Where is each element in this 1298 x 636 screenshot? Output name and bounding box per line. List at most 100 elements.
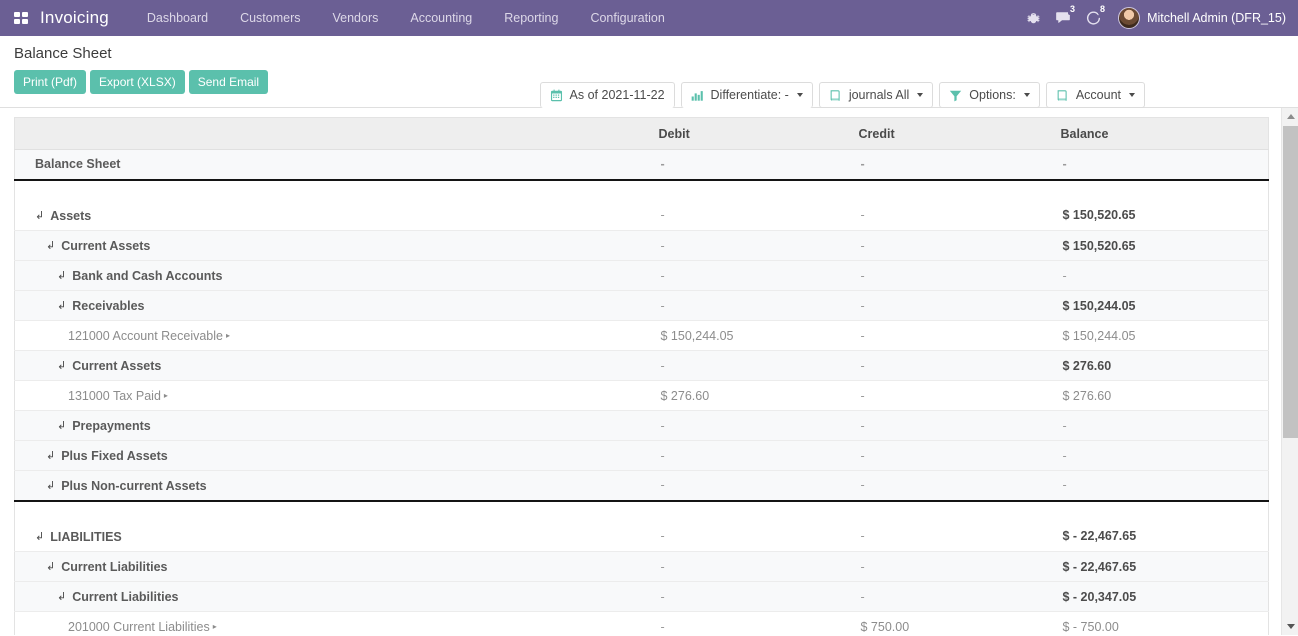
row-debit-cell: - <box>659 351 859 381</box>
unfold-arrow-icon[interactable]: ↳ <box>46 241 55 252</box>
table-row[interactable]: ↳Plus Fixed Assets--- <box>15 441 1269 471</box>
scrollbar-thumb[interactable] <box>1283 126 1298 438</box>
date-filter[interactable]: As of 2021-11-22 <box>540 82 675 108</box>
row-label-cell[interactable]: ↳Current Liabilities <box>15 552 659 582</box>
expand-triangle-icon[interactable]: ▸ <box>164 391 168 400</box>
row-balance-cell: $ 150,520.65 <box>1061 201 1269 231</box>
row-label-cell[interactable]: ↳Current Assets <box>15 231 659 261</box>
options-filter-label: Options: <box>969 88 1016 102</box>
scroll-down-arrow-icon[interactable] <box>1282 618 1298 635</box>
row-debit-cell-value: - <box>661 419 665 433</box>
table-row-account[interactable]: 121000 Account Receivable▸$ 150,244.05-$… <box>15 321 1269 351</box>
table-row[interactable]: ↳Current Liabilities--$ - 20,347.05 <box>15 582 1269 612</box>
table-row[interactable]: ↳Assets--$ 150,520.65 <box>15 201 1269 231</box>
unfold-arrow-icon[interactable]: ↳ <box>57 421 66 432</box>
row-debit-cell-value: - <box>661 157 665 171</box>
account-filter-label: Account <box>1076 88 1121 102</box>
row-balance-cell: $ 150,244.05 <box>1061 321 1269 351</box>
row-label: Current Liabilities <box>72 590 178 604</box>
unfold-arrow-icon[interactable]: ↳ <box>35 211 44 222</box>
row-label-cell[interactable]: ↳ Current Liabilities <box>15 582 659 612</box>
account-filter[interactable]: Account <box>1046 82 1145 108</box>
table-row[interactable]: ↳Receivables--$ 150,244.05 <box>15 291 1269 321</box>
report-filters: As of 2021-11-22 Differentiate: - journa… <box>540 82 1145 108</box>
menu-item-vendors[interactable]: Vendors <box>317 0 395 36</box>
row-label-cell[interactable]: ↳ Bank and Cash Accounts <box>15 261 659 291</box>
table-row[interactable]: ↳Plus Non-current Assets--- <box>15 471 1269 501</box>
row-label-wrap: ↳Assets <box>35 209 91 223</box>
menu-item-accounting[interactable]: Accounting <box>394 0 488 36</box>
row-label-cell[interactable]: ↳Current Assets <box>15 351 659 381</box>
journals-filter[interactable]: journals All <box>819 82 933 108</box>
row-credit-cell-value: - <box>861 449 865 463</box>
comparison-filter[interactable]: Differentiate: - <box>681 82 813 108</box>
row-label-cell[interactable]: ↳LIABILITIES <box>15 522 659 552</box>
row-label: Bank and Cash Accounts <box>72 269 222 283</box>
scroll-up-arrow-icon[interactable] <box>1282 108 1298 125</box>
activity-clock-icon[interactable]: 8 <box>1078 0 1108 36</box>
row-credit-cell-value: - <box>861 478 865 492</box>
table-row-account[interactable]: 131000 Tax Paid▸$ 276.60-$ 276.60 <box>15 381 1269 411</box>
control-panel: Balance Sheet Print (Pdf) Export (XLSX) … <box>0 36 1298 108</box>
table-row[interactable]: ↳Current Liabilities--$ - 22,467.65 <box>15 552 1269 582</box>
row-label-wrap: ↳LIABILITIES <box>35 530 122 544</box>
print-pdf-button[interactable]: Print (Pdf) <box>14 70 86 94</box>
table-row[interactable]: ↳LIABILITIES--$ - 22,467.65 <box>15 522 1269 552</box>
row-label-cell[interactable]: ↳Plus Fixed Assets <box>15 441 659 471</box>
row-debit-cell: - <box>659 201 859 231</box>
table-head: Debit Credit Balance <box>15 118 1269 150</box>
expand-triangle-icon[interactable]: ▸ <box>213 622 217 631</box>
send-email-button[interactable]: Send Email <box>189 70 268 94</box>
unfold-arrow-icon[interactable]: ↳ <box>57 271 66 282</box>
user-menu[interactable]: Mitchell Admin (DFR_15) <box>1108 0 1288 36</box>
funnel-icon <box>949 89 962 102</box>
column-header-balance: Balance <box>1061 118 1269 150</box>
row-label-cell[interactable]: 121000 Account Receivable▸ <box>15 321 659 351</box>
bug-icon[interactable] <box>1018 0 1048 36</box>
table-row[interactable]: ↳Current Assets--$ 150,520.65 <box>15 231 1269 261</box>
expand-triangle-icon[interactable]: ▸ <box>226 331 230 340</box>
row-label: 201000 Current Liabilities <box>68 620 210 634</box>
row-label-cell[interactable]: ↳Assets <box>15 201 659 231</box>
unfold-arrow-icon[interactable]: ↳ <box>57 592 66 603</box>
row-label-wrap: ↳ Bank and Cash Accounts <box>57 269 222 283</box>
messages-icon[interactable]: 3 <box>1048 0 1078 36</box>
menu-item-customers[interactable]: Customers <box>224 0 316 36</box>
row-label-cell[interactable]: ↳Plus Non-current Assets <box>15 471 659 501</box>
table-row[interactable]: ↳Prepayments--- <box>15 411 1269 441</box>
unfold-arrow-icon[interactable]: ↳ <box>46 451 55 462</box>
unfold-arrow-icon[interactable]: ↳ <box>57 361 66 372</box>
row-credit-cell-value: - <box>861 590 865 604</box>
row-label-cell[interactable]: Balance Sheet <box>15 150 659 180</box>
unfold-arrow-icon[interactable]: ↳ <box>35 532 44 543</box>
column-header-credit: Credit <box>859 118 1061 150</box>
row-balance-cell-value: - <box>1063 269 1067 283</box>
table-row[interactable]: Balance Sheet--- <box>15 150 1269 180</box>
options-filter[interactable]: Options: <box>939 82 1040 108</box>
unfold-arrow-icon[interactable]: ↳ <box>46 481 55 492</box>
menu-item-dashboard[interactable]: Dashboard <box>131 0 224 36</box>
app-brand-invoicing[interactable]: Invoicing <box>40 8 109 28</box>
row-label-wrap: ↳Current Assets <box>46 239 150 253</box>
table-row[interactable]: ↳Bank and Cash Accounts--- <box>15 261 1269 291</box>
row-label-wrap: ↳ Current Liabilities <box>57 590 179 604</box>
report-scroll-container: Debit Credit Balance Balance Sheet---↳As… <box>0 108 1281 635</box>
export-xlsx-button[interactable]: Export (XLSX) <box>90 70 185 94</box>
menu-item-reporting[interactable]: Reporting <box>488 0 574 36</box>
table-row[interactable]: ↳Current Assets--$ 276.60 <box>15 351 1269 381</box>
unfold-arrow-icon[interactable]: ↳ <box>57 301 66 312</box>
vertical-scrollbar[interactable] <box>1281 108 1298 635</box>
row-label-cell[interactable]: 131000 Tax Paid▸ <box>15 381 659 411</box>
apps-grid-icon[interactable] <box>8 5 34 31</box>
spacer-cell <box>15 501 1269 522</box>
row-label-cell[interactable]: ↳Prepayments <box>15 411 659 441</box>
row-debit-cell-value: $ 276.60 <box>661 389 710 403</box>
unfold-arrow-icon[interactable]: ↳ <box>46 562 55 573</box>
row-label-cell[interactable]: ↳Receivables <box>15 291 659 321</box>
balance-sheet-table: Debit Credit Balance Balance Sheet---↳As… <box>14 117 1269 635</box>
table-header-row: Debit Credit Balance <box>15 118 1269 150</box>
row-label-cell[interactable]: 201000 Current Liabilities▸ <box>15 612 659 636</box>
table-row-account[interactable]: 201000 Current Liabilities▸-$ 750.00$ - … <box>15 612 1269 636</box>
table-spacer-row <box>15 180 1269 201</box>
menu-item-configuration[interactable]: Configuration <box>574 0 680 36</box>
